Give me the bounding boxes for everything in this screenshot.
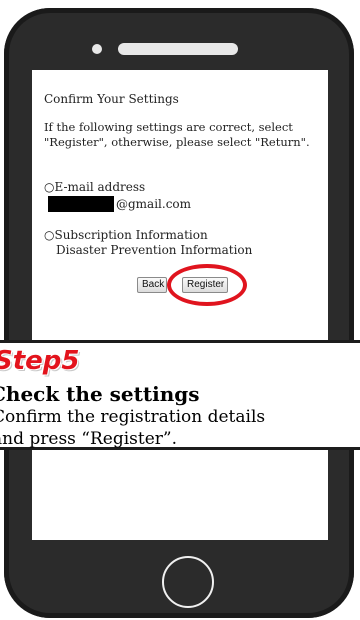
speaker-grille [118,43,238,55]
home-button[interactable] [162,556,214,608]
email-label: ○E-mail address [44,180,146,194]
instructions-text: If the following settings are correct, s… [44,120,310,149]
subscription-value: Disaster Prevention Information [56,243,253,257]
highlight-circle [167,264,247,306]
email-domain: @gmail.com [116,197,192,211]
email-value: @gmail.com [48,196,191,212]
back-button[interactable]: Back [137,277,167,293]
redacted-block [48,196,114,212]
phone-screen-lower [32,450,328,540]
page-title: Confirm Your Settings [44,92,179,106]
step-heading: Check the settings [0,382,200,406]
step-label: Step5 [0,346,80,376]
subscription-label: ○Subscription Information [44,228,208,242]
camera-icon [92,44,102,54]
step-description: Confirm the registration details and pre… [0,406,360,450]
step-description-line2: and press “Register”. [0,429,177,449]
step-description-line1: Confirm the registration details [0,407,266,427]
